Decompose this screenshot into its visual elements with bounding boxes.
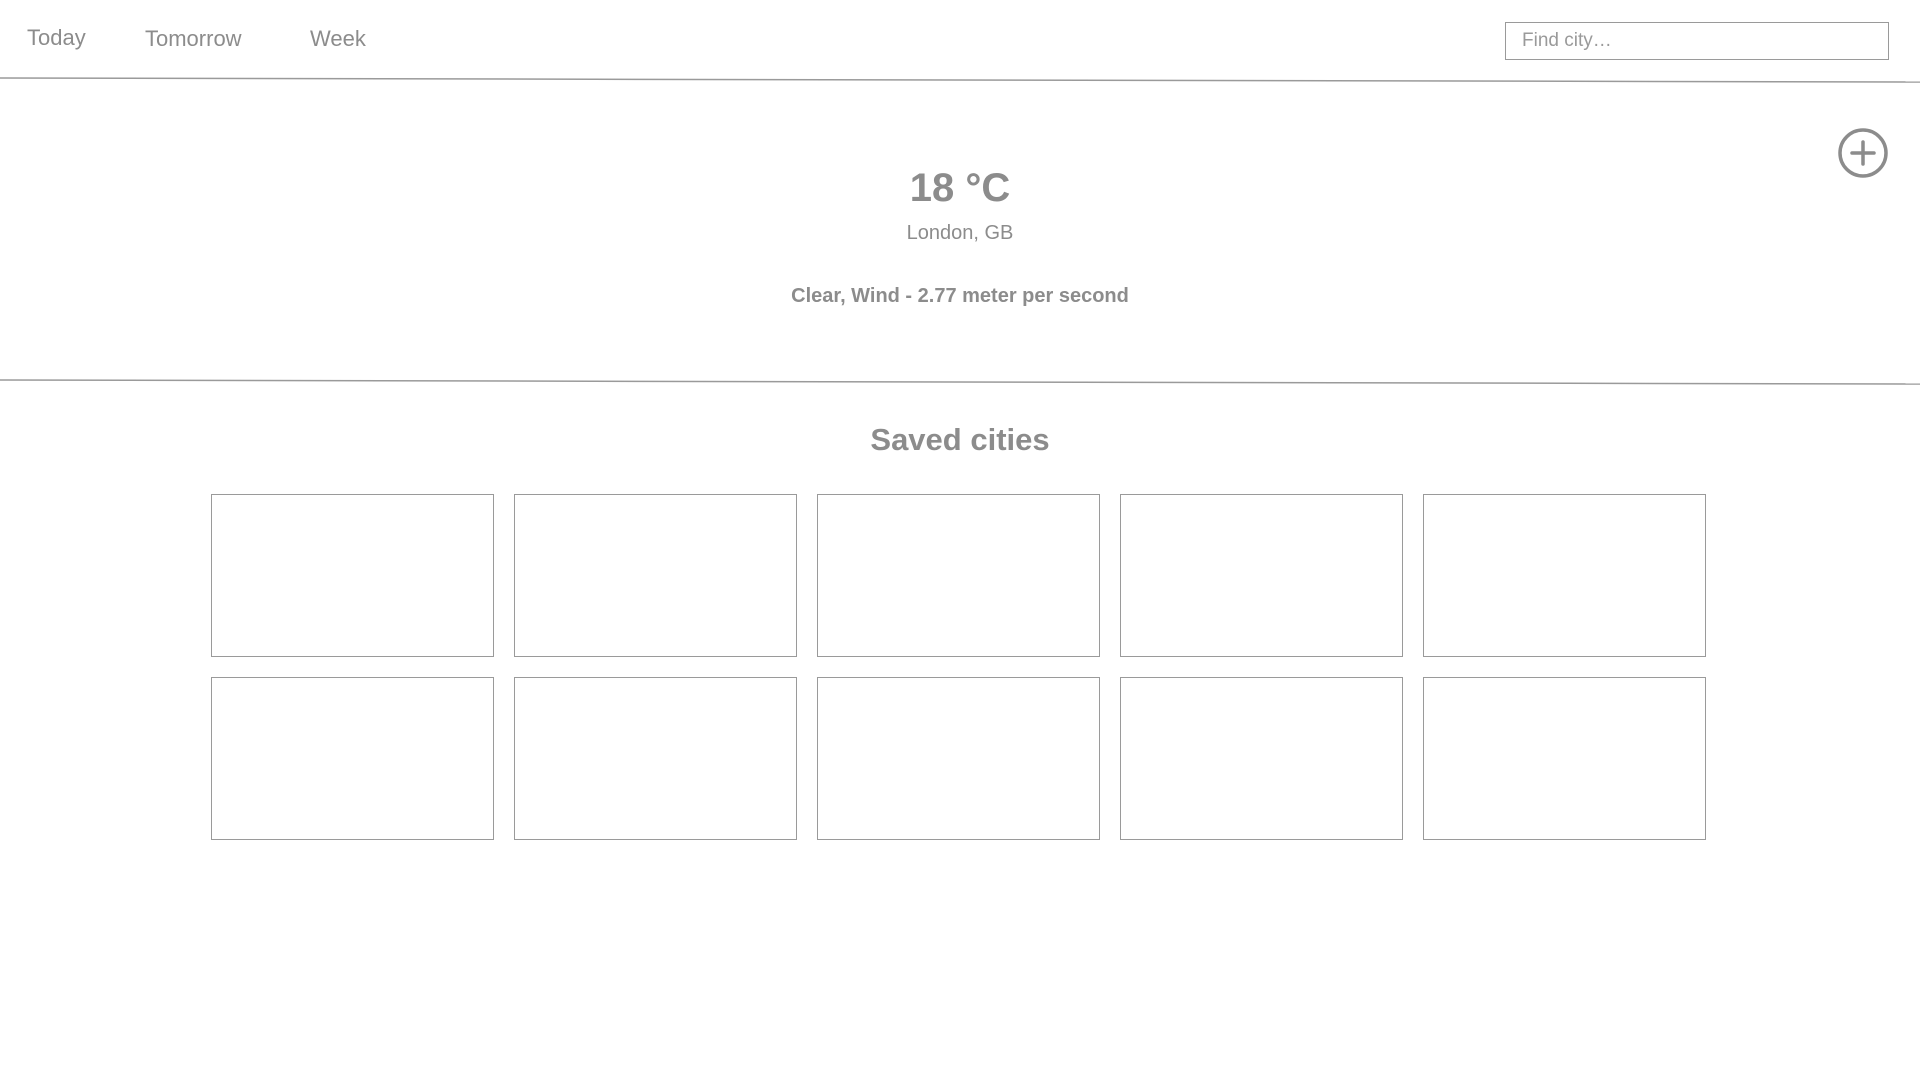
tab-today[interactable]: Today — [27, 25, 86, 51]
saved-cities-title: Saved cities — [870, 422, 1050, 457]
current-conditions: Clear, Wind - 2.77 meter per second — [791, 285, 1129, 307]
weather-app-page: Today Tomorrow Week 18 °C London, GB Cle… — [0, 0, 1920, 1080]
top-navigation: Today Tomorrow Week — [0, 0, 1920, 80]
saved-city-card[interactable] — [1423, 677, 1706, 840]
tab-week[interactable]: Week — [310, 26, 366, 52]
saved-city-card[interactable] — [817, 677, 1100, 840]
current-location: London, GB — [906, 222, 1014, 244]
saved-city-card[interactable] — [817, 494, 1100, 657]
saved-city-card[interactable] — [211, 494, 494, 657]
saved-city-card[interactable] — [1120, 677, 1403, 840]
current-temperature: 18 °C — [909, 166, 1011, 210]
saved-city-card[interactable] — [514, 677, 797, 840]
saved-cities-grid — [211, 494, 1707, 840]
saved-city-card[interactable] — [1423, 494, 1706, 657]
tab-tomorrow[interactable]: Tomorrow — [145, 26, 242, 52]
saved-city-card[interactable] — [211, 677, 494, 840]
top-divider — [0, 77, 1920, 83]
saved-city-card[interactable] — [1120, 494, 1403, 657]
saved-city-card[interactable] — [514, 494, 797, 657]
find-city-input[interactable] — [1505, 22, 1889, 60]
middle-divider — [0, 379, 1920, 385]
